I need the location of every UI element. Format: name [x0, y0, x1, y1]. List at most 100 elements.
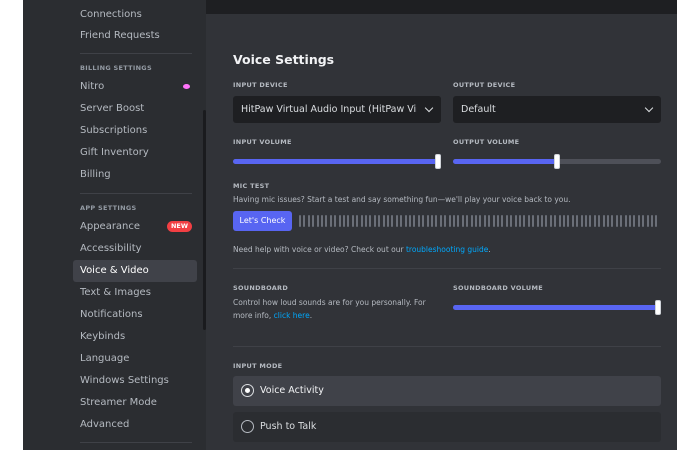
meter-bar: [404, 215, 407, 227]
meter-bar: [563, 215, 565, 227]
meter-bar: [444, 215, 447, 227]
slider-thumb[interactable]: [554, 154, 560, 169]
meter-bar: [413, 215, 416, 227]
meter-bar: [580, 215, 583, 227]
meter-bar: [615, 215, 618, 227]
meter-bar: [633, 215, 636, 227]
meter-bar: [655, 215, 658, 227]
sidebar-item-notifications[interactable]: Notifications: [73, 304, 197, 326]
sidebar-item-friend-requests[interactable]: Friend Requests: [73, 25, 197, 47]
meter-bar: [343, 215, 345, 227]
output-volume-slider[interactable]: [453, 154, 661, 169]
meter-bar: [589, 215, 592, 227]
meter-bar: [585, 215, 587, 227]
billing-settings-header: BILLING SETTINGS: [80, 64, 152, 72]
input-device-select[interactable]: HitPaw Virtual Audio Input (HitPaw Virtu…: [233, 96, 441, 123]
voice-activity-option[interactable]: Voice Activity: [233, 376, 661, 406]
sidebar-item-appearance[interactable]: Appearance NEW: [73, 216, 197, 238]
meter-bar: [356, 215, 359, 227]
meter-bar: [646, 215, 649, 227]
meter-bar: [510, 215, 513, 227]
sidebar-item-streamer-mode[interactable]: Streamer Mode: [73, 392, 197, 414]
sidebar-item-voice-video[interactable]: Voice & Video: [73, 260, 197, 282]
meter-bar: [382, 215, 385, 227]
sidebar-item-gift-inventory[interactable]: Gift Inventory: [73, 142, 197, 164]
voice-activity-label: Voice Activity: [260, 385, 324, 396]
radio-unselected-icon: [241, 420, 254, 433]
mic-level-meter: [299, 215, 661, 227]
chevron-down-icon: [644, 103, 654, 113]
help-text: Need help with voice or video? Check out…: [233, 245, 491, 254]
sidebar-item-keybinds[interactable]: Keybinds: [73, 326, 197, 348]
meter-bar: [501, 215, 504, 227]
sidebar-item-server-boost[interactable]: Server Boost: [73, 98, 197, 120]
meter-bar: [651, 215, 653, 227]
meter-bar: [470, 215, 473, 227]
meter-bar: [391, 215, 394, 227]
meter-bar: [316, 215, 319, 227]
meter-bar: [576, 215, 579, 227]
lets-check-button[interactable]: Let's Check: [233, 211, 292, 231]
sidebar-divider: [80, 53, 192, 54]
meter-bar: [549, 215, 552, 227]
sidebar-item-text-images[interactable]: Text & Images: [73, 282, 197, 304]
slider-thumb[interactable]: [655, 300, 661, 315]
sidebar-item-windows-settings[interactable]: Windows Settings: [73, 370, 197, 392]
meter-bar: [435, 215, 438, 227]
soundboard-volume-slider[interactable]: [453, 300, 661, 315]
slider-fill: [233, 159, 441, 164]
meter-bar: [611, 215, 614, 227]
soundboard-volume-label: SOUNDBOARD VOLUME: [453, 284, 543, 292]
settings-sidebar: Connections Friend Requests BILLING SETT…: [23, 0, 206, 450]
meter-bar: [527, 215, 530, 227]
input-mode-label: INPUT MODE: [233, 362, 283, 370]
meter-bar: [347, 215, 350, 227]
sidebar-item-label: Connections: [80, 9, 142, 20]
meter-bar: [571, 215, 574, 227]
sidebar-item-subscriptions[interactable]: Subscriptions: [73, 120, 197, 142]
sidebar-item-accessibility[interactable]: Accessibility: [73, 238, 197, 260]
sidebar-item-connections[interactable]: Connections: [73, 4, 197, 26]
soundboard-description-suffix: .: [309, 311, 313, 320]
slider-thumb[interactable]: [435, 154, 441, 169]
meter-bar: [303, 215, 306, 227]
sidebar-item-label: Keybinds: [80, 331, 126, 342]
output-volume-label: OUTPUT VOLUME: [453, 138, 520, 146]
soundboard-description-line2: more info, click here.: [233, 311, 312, 320]
meter-bar: [400, 215, 403, 227]
meter-bar: [439, 215, 442, 227]
troubleshooting-guide-link[interactable]: troubleshooting guide: [406, 245, 488, 254]
meter-bar: [307, 215, 310, 227]
sidebar-item-label: Advanced: [80, 419, 130, 430]
help-text-prefix: Need help with voice or video? Check out…: [233, 245, 406, 254]
sidebar-item-language[interactable]: Language: [73, 348, 197, 370]
meter-bar: [607, 215, 609, 227]
slider-fill: [453, 305, 661, 310]
meter-bar: [453, 215, 455, 227]
meter-bar: [365, 215, 367, 227]
sidebar-item-billing[interactable]: Billing: [73, 164, 197, 186]
meter-bar: [483, 215, 486, 227]
meter-bar: [545, 215, 548, 227]
sidebar-item-advanced[interactable]: Advanced: [73, 414, 197, 436]
meter-bar: [492, 215, 495, 227]
sidebar-item-nitro[interactable]: Nitro: [73, 76, 197, 98]
mic-test-description: Having mic issues? Start a test and say …: [233, 195, 571, 204]
meter-bar: [505, 215, 508, 227]
meter-bar: [461, 215, 464, 227]
sidebar-item-label: Subscriptions: [80, 125, 148, 136]
click-here-link[interactable]: click here: [274, 311, 310, 320]
meter-bar: [637, 215, 640, 227]
sidebar-item-label: Nitro: [80, 81, 105, 92]
output-device-select[interactable]: Default: [453, 96, 661, 123]
sidebar-item-label: Streamer Mode: [80, 397, 157, 408]
meter-bar: [466, 215, 469, 227]
meter-bar: [514, 215, 517, 227]
meter-bar: [431, 215, 433, 227]
meter-bar: [558, 215, 561, 227]
input-volume-slider[interactable]: [233, 154, 441, 169]
app-settings-header: APP SETTINGS: [80, 204, 137, 212]
meter-bar: [373, 215, 376, 227]
meter-bar: [602, 215, 605, 227]
push-to-talk-option[interactable]: Push to Talk: [233, 412, 661, 442]
